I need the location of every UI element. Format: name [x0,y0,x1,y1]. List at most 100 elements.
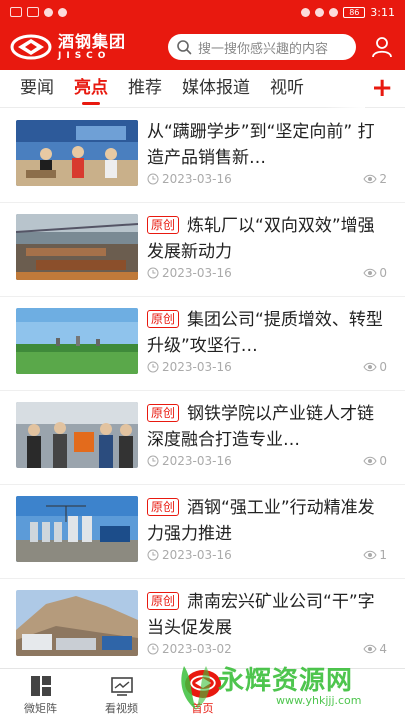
app-header: 酒钢集团 JISCO 搜一搜你感兴趣的内容 [0,24,405,70]
article-title-text: 集团公司“提质增效、转型升级”攻坚行… [147,310,383,356]
category-tabs: 要闻 亮点 推荐 媒体报道 视听 + [0,70,405,108]
bottom-navigation: 微矩阵 看视频 首页 [0,668,405,720]
article-meta: 2023-03-16 2 [147,171,387,187]
list-item[interactable]: 从“蹒跚学步”到“坚定向前” 打造产品销售新… 2023-03-16 2 [0,109,405,203]
article-date: 2023-03-16 [162,266,232,280]
clock-icon [147,361,159,373]
home-logo-icon [184,670,221,698]
nav-matrix[interactable]: 微矩阵 [0,670,81,720]
nfc-icon [301,7,311,17]
eye-icon [363,268,377,278]
article-title-text: 酒钢“强工业”行动精准发力强力推进 [147,498,375,544]
original-badge: 原创 [147,404,180,422]
nav-video[interactable]: 看视频 [81,670,162,720]
eye-icon [363,174,377,184]
clock-icon [147,455,159,467]
bluetooth-icon [315,7,325,17]
view-count-value: 4 [379,642,387,656]
original-badge: 原创 [147,310,180,328]
view-count: 0 [363,360,387,374]
mute-icon [329,7,339,17]
article-meta: 2023-03-02 4 [147,641,387,657]
logo-english: JISCO [58,50,111,61]
view-count: 2 [363,172,387,186]
video-icon [110,677,133,696]
tab-tuijian[interactable]: 推荐 [128,70,162,108]
app-notification-icon-2 [58,7,67,17]
tab-yaowen[interactable]: 要闻 [20,70,54,108]
view-count-value: 0 [379,360,387,374]
article-title-text: 炼轧厂以“双向双效”增强发展新动力 [147,216,375,262]
jisco-logo[interactable]: 酒钢集团 JISCO [10,27,158,67]
add-tab-button[interactable]: + [371,75,393,101]
clock-icon [147,549,159,561]
tab-liangdian[interactable]: 亮点 [74,70,108,108]
view-count: 1 [363,548,387,562]
clock-icon [147,173,159,185]
article-title: 原创 肃南宏兴矿业公司“干”字当头促发展 [147,589,383,641]
list-item[interactable]: 原创 集团公司“提质增效、转型升级”攻坚行… 2023-03-16 0 [0,297,405,391]
view-count: 0 [363,454,387,468]
article-meta: 2023-03-16 0 [147,265,387,281]
eye-icon [363,550,377,560]
view-count-value: 2 [379,172,387,186]
search-placeholder: 搜一搜你感兴趣的内容 [198,41,329,57]
view-count-value: 0 [379,266,387,280]
article-title-text: 肃南宏兴矿业公司“干”字当头促发展 [147,592,375,638]
status-left [10,7,67,17]
original-badge: 原创 [147,498,180,516]
view-count-value: 0 [379,454,387,468]
eye-icon [363,644,377,654]
article-thumbnail [16,402,138,468]
list-item[interactable]: 原创 钢铁学院以产业链人才链深度融合打造专业… 2023-03-16 0 [0,391,405,485]
clock-icon [147,643,159,655]
article-date: 2023-03-16 [162,172,232,186]
search-icon [177,40,192,55]
original-badge: 原创 [147,592,180,610]
user-icon[interactable] [370,35,394,59]
article-title: 原创 酒钢“强工业”行动精准发力强力推进 [147,495,383,547]
status-time: 3:11 [370,5,395,19]
tab-shiting[interactable]: 视听 [270,70,304,108]
nav-label: 看视频 [105,702,138,715]
tab-meiti-baodao[interactable]: 媒体报道 [182,70,250,108]
view-count: 4 [363,642,387,656]
article-list: 从“蹒跚学步”到“坚定向前” 打造产品销售新… 2023-03-16 2 原创炼… [0,109,405,673]
article-meta: 2023-03-16 0 [147,359,387,375]
tab-fade [325,70,365,108]
article-thumbnail [16,308,138,374]
nav-home[interactable]: 首页 [162,670,243,720]
view-count-value: 1 [379,548,387,562]
eye-icon [363,362,377,372]
article-thumbnail [16,496,138,562]
nav-item-4[interactable] [243,670,324,720]
battery-indicator: 86 [343,6,366,18]
home-logo-mark [189,674,216,691]
logo-chinese: 酒钢集团 [58,31,127,51]
nav-label: 首页 [191,702,214,715]
article-date: 2023-03-16 [162,548,232,562]
list-item[interactable]: 原创 酒钢“强工业”行动精准发力强力推进 2023-03-16 1 [0,485,405,579]
list-item[interactable]: 原创 炼轧厂以“双向双效”增强发展新动力 2023-03-16 0 [0,203,405,297]
status-bar: 86 3:11 [0,0,405,24]
article-title: 原创 集团公司“提质增效、转型升级”攻坚行… [147,307,383,359]
grid-icon [30,676,51,696]
logo-text: 酒钢集团 JISCO [58,31,127,62]
nav-item-5[interactable] [324,670,405,720]
article-meta: 2023-03-16 1 [147,547,387,563]
nav-label: 微矩阵 [24,702,57,715]
article-thumbnail [16,214,138,280]
list-item[interactable]: 原创 肃南宏兴矿业公司“干”字当头促发展 2023-03-02 4 [0,579,405,673]
view-count: 0 [363,266,387,280]
article-date: 2023-03-16 [162,360,232,374]
jisco-logo-icon [10,34,52,60]
status-right: 86 3:11 [301,6,395,19]
wifi-icon [27,7,39,17]
original-badge: 原创 [147,216,180,234]
eye-icon [363,456,377,466]
article-date: 2023-03-16 [162,454,232,468]
app-notification-icon [44,7,53,17]
article-thumbnail [16,120,138,186]
article-title: 原创 炼轧厂以“双向双效”增强发展新动力 [147,213,383,265]
search-input[interactable]: 搜一搜你感兴趣的内容 [168,34,356,60]
